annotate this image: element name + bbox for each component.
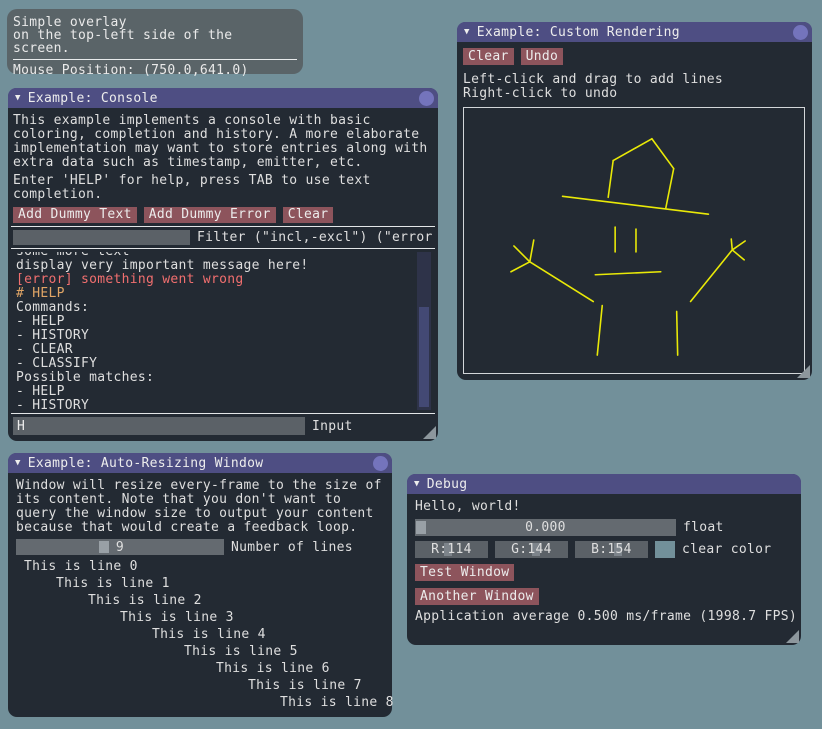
color-blue-value: B:154 [591,542,632,557]
color-red-value: R:114 [431,542,472,557]
add-dummy-text-button[interactable]: Add Dummy Text [13,207,137,223]
console-log[interactable]: some more textdisplay very important mes… [13,252,433,410]
custom-rendering-window-title: Example: Custom Rendering [477,25,680,40]
console-log-line: - HISTORY [16,329,433,343]
debug-window-title: Debug [427,477,468,492]
custom-rendering-window: ▼ Example: Custom Rendering Clear Undo L… [457,22,812,380]
console-log-lines: some more textdisplay very important mes… [13,252,433,410]
separator [11,248,435,249]
console-scrollbar[interactable] [417,252,431,410]
auto-resize-lines: This is line 0This is line 1This is line… [16,558,384,711]
another-window-button[interactable]: Another Window [415,588,539,605]
collapse-arrow-icon[interactable]: ▼ [464,22,470,42]
drawing-canvas[interactable] [463,107,805,374]
undo-button[interactable]: Undo [521,48,564,65]
console-log-line: # HELP [16,287,433,301]
desktop-background: Simple overlay on the top-left side of t… [0,0,822,729]
collapse-arrow-icon[interactable]: ▼ [15,88,21,108]
auto-resize-line: This is line 1 [16,575,384,592]
hint-text-line2: Right-click to undo [463,87,806,101]
color-blue-drag[interactable]: B:154 [575,541,648,558]
hint-text-line1: Left-click and drag to add lines [463,73,806,87]
auto-resize-line: This is line 4 [16,626,384,643]
overlay-text-line2: on the top-left side of the screen. [13,29,297,55]
add-dummy-error-button[interactable]: Add Dummy Error [144,207,276,223]
separator [11,226,435,227]
console-log-line: - CLEAR [16,343,433,357]
auto-resize-line: This is line 8 [16,694,384,711]
console-help-text: Enter 'HELP' for help, press TAB to use … [13,174,433,202]
console-log-line: - HISTORY [16,399,433,410]
custom-rendering-titlebar[interactable]: ▼ Example: Custom Rendering [457,22,812,42]
separator [11,413,435,414]
clear-color-label: clear color [682,542,771,557]
filter-label: Filter ("incl,-excl") ("error") [197,230,433,245]
number-of-lines-label: Number of lines [231,540,353,555]
console-log-line: [error] something went wrong [16,273,433,287]
clear-button[interactable]: Clear [463,48,514,65]
console-log-line: Possible matches: [16,371,433,385]
auto-resizing-window-title: Example: Auto-Resizing Window [28,456,264,471]
console-window: ▼ Example: Console This example implemen… [8,88,438,441]
console-log-line: - HELP [16,385,433,399]
close-button[interactable] [373,456,388,471]
auto-resize-line: This is line 6 [16,660,384,677]
mouse-position-text: Mouse Position: (750.0,641.0) [13,64,297,77]
console-command-input[interactable] [13,417,305,435]
slider-value: 9 [116,540,124,555]
drawing-canvas-svg [464,108,804,373]
color-green-drag[interactable]: G:144 [495,541,568,558]
resize-grip[interactable] [423,426,436,439]
console-window-title: Example: Console [28,91,158,106]
resize-grip[interactable] [786,630,799,643]
auto-resize-line: This is line 2 [16,592,384,609]
clear-color-swatch[interactable] [655,541,675,558]
auto-resizing-window: ▼ Example: Auto-Resizing Window Window w… [8,453,392,717]
console-log-line: display very important message here! [16,259,433,273]
clear-button[interactable]: Clear [283,207,334,223]
slider-grab[interactable] [99,541,109,553]
simple-overlay-window: Simple overlay on the top-left side of t… [7,9,303,74]
auto-resizing-titlebar[interactable]: ▼ Example: Auto-Resizing Window [8,453,392,473]
debug-titlebar[interactable]: ▼ Debug [407,474,801,494]
auto-resize-line: This is line 5 [16,643,384,660]
input-label: Input [312,419,353,434]
auto-resize-line: This is line 0 [16,558,384,575]
console-log-line: - CLASSIFY [16,357,433,371]
close-button[interactable] [793,25,808,40]
debug-window: ▼ Debug Hello, world! 0.000 float R:114 … [407,474,801,645]
console-intro-text: This example implements a console with b… [13,114,433,170]
auto-resize-description: Window will resize every-frame to the si… [16,479,384,535]
color-red-drag[interactable]: R:114 [415,541,488,558]
filter-input[interactable] [13,230,190,245]
collapse-arrow-icon[interactable]: ▼ [15,453,21,473]
float-slider-value: 0.000 [525,520,566,535]
resize-grip[interactable] [797,365,810,378]
auto-resize-line: This is line 3 [16,609,384,626]
float-slider-label: float [683,520,724,535]
console-titlebar[interactable]: ▼ Example: Console [8,88,438,108]
scrollbar-thumb[interactable] [419,307,429,407]
color-green-value: G:144 [511,542,552,557]
test-window-button[interactable]: Test Window [415,564,514,581]
overlay-separator [13,59,297,60]
collapse-arrow-icon[interactable]: ▼ [414,474,420,494]
fps-stats-text: Application average 0.500 ms/frame (1998… [415,610,793,624]
number-of-lines-slider[interactable]: 9 [16,539,224,555]
auto-resize-line: This is line 7 [16,677,384,694]
close-button[interactable] [419,91,434,106]
float-slider[interactable]: 0.000 [415,519,676,536]
slider-grab[interactable] [416,521,426,534]
console-log-line: Commands: [16,301,433,315]
hello-world-text: Hello, world! [415,500,793,514]
console-log-line: - HELP [16,315,433,329]
